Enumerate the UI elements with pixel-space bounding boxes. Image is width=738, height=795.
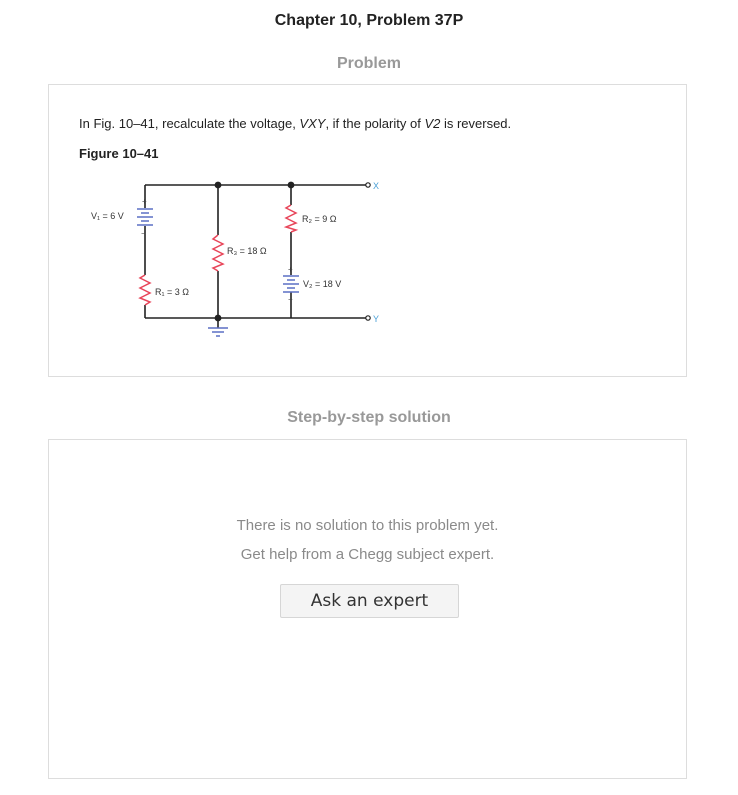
solution-panel: There is no solution to this problem yet… (48, 439, 687, 779)
resistor-r3-icon (211, 234, 225, 272)
v2-label: V₂ = 18 V (303, 279, 341, 289)
problem-heading: Problem (336, 55, 401, 72)
problem-var-vxy: VXY (299, 116, 326, 131)
junction-dot (214, 314, 222, 322)
circuit-wires (144, 184, 366, 328)
terminal-y (365, 315, 371, 321)
problem-text-suffix: is reversed. (440, 116, 512, 131)
problem-text-prefix: In Fig. 10–41, recalculate the voltage, (79, 116, 300, 131)
ground-icon (208, 327, 228, 337)
problem-var-v2: V2 (424, 116, 441, 131)
terminal-x (365, 182, 371, 188)
junction-dot (287, 181, 295, 189)
problem-panel: In Fig. 10–41, recalculate the voltage, … (48, 84, 687, 377)
solution-heading: Step-by-step solution (287, 409, 451, 426)
v1-plus-sign: + (142, 197, 147, 206)
circuit-diagram: X Y + − V₁ = 6 V R₁ = 3 Ω R₃ = 18 Ω R₂ =… (91, 181, 379, 337)
junction-dot (214, 181, 222, 189)
problem-text-middle: , if the polarity of (325, 116, 425, 131)
terminal-y-label: Y (373, 314, 379, 324)
r1-label: R₁ = 3 Ω (155, 287, 189, 297)
v2-minus-sign: − (288, 295, 293, 304)
figure-label: Figure 10–41 (79, 146, 159, 161)
resistor-r1-icon (138, 274, 152, 306)
battery-v1-icon (137, 208, 153, 226)
v2-plus-sign: + (288, 265, 293, 274)
r3-label: R₃ = 18 Ω (227, 246, 267, 256)
v1-minus-sign: − (141, 229, 146, 238)
page: Chapter 10, Problem 37P Problem In Fig. … (0, 0, 738, 795)
ask-an-expert-button[interactable]: Ask an expert (280, 584, 459, 618)
resistor-r2-icon (283, 204, 299, 233)
problem-statement: In Fig. 10–41, recalculate the voltage, … (79, 116, 511, 131)
r2-label: R₂ = 9 Ω (302, 214, 337, 224)
v1-label: V₁ = 6 V (91, 211, 124, 221)
no-solution-message: There is no solution to this problem yet… (236, 517, 499, 534)
battery-v2-icon (283, 275, 299, 293)
chapter-title: Chapter 10, Problem 37P (274, 12, 464, 29)
terminal-x-label: X (373, 181, 379, 191)
get-help-message: Get help from a Chegg subject expert. (240, 546, 495, 563)
